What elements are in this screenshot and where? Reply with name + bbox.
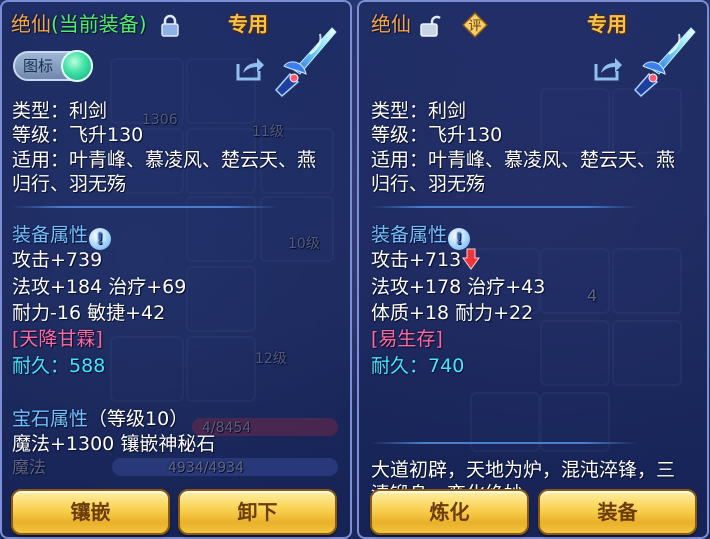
dedicated-label: 专用 bbox=[228, 12, 268, 36]
equipped-tag: (当前装备) bbox=[51, 12, 147, 36]
unlock-icon[interactable] bbox=[419, 14, 441, 38]
rating-badge-icon[interactable]: 评 bbox=[462, 12, 488, 38]
attr-attack: 攻击+713 bbox=[371, 248, 481, 272]
bg-mana-label: 魔法 bbox=[12, 458, 46, 478]
item-usage: 适用：叶青峰、慕凌风、楚云天、燕 bbox=[12, 149, 317, 171]
bg-level-label: 10级 bbox=[288, 236, 320, 252]
item-name: 绝仙(当前装备) bbox=[11, 12, 147, 36]
durability: 耐久：588 bbox=[12, 355, 106, 377]
bg-hp-text: 1306 bbox=[142, 112, 178, 128]
info-icon[interactable]: ! bbox=[448, 228, 471, 250]
equipped-item-panel: 11级 10级 12级 1306 4/8454 魔法 4934/4934 绝仙(… bbox=[0, 0, 352, 539]
item-type: 类型：利剑 bbox=[371, 100, 467, 122]
attr-attack: 攻击+739 bbox=[12, 249, 103, 271]
dedicated-label: 专用 bbox=[587, 12, 627, 36]
special-effect: [天降甘霖] bbox=[12, 328, 103, 350]
share-icon[interactable] bbox=[235, 56, 265, 82]
equip-attr-title: 装备属性! bbox=[371, 223, 471, 250]
icon-toggle-switch[interactable]: 图标 bbox=[13, 50, 93, 82]
unequip-button[interactable]: 卸下 bbox=[178, 489, 337, 535]
item-usage: 适用：叶青峰、慕凌风、楚云天、燕 bbox=[371, 149, 676, 171]
attr-line: 体质+18 耐力+22 bbox=[371, 302, 534, 324]
divider bbox=[12, 206, 278, 208]
equip-button[interactable]: 装备 bbox=[538, 489, 697, 535]
sword-icon[interactable] bbox=[629, 24, 701, 100]
sword-icon[interactable] bbox=[270, 24, 342, 100]
item-description: 大道初辟，天地为炉，混沌淬锋，三 bbox=[371, 459, 676, 481]
toggle-knob bbox=[61, 50, 93, 82]
down-arrow-icon bbox=[462, 248, 481, 270]
attr-line: 法攻+178 治疗+43 bbox=[371, 276, 546, 298]
bg-mana-value: 4934/4934 bbox=[168, 460, 244, 476]
info-icon[interactable]: ! bbox=[89, 228, 112, 250]
item-type: 类型：利剑 bbox=[12, 100, 108, 122]
attr-line: 法攻+184 治疗+69 bbox=[12, 276, 187, 298]
lock-icon[interactable] bbox=[160, 14, 180, 38]
item-level: 等级：飞升130 bbox=[371, 124, 503, 146]
share-icon[interactable] bbox=[593, 56, 623, 82]
bg-count: 4 bbox=[587, 286, 598, 305]
item-level: 等级：飞升130 bbox=[12, 124, 144, 146]
divider bbox=[371, 206, 637, 208]
durability: 耐久：740 bbox=[371, 355, 465, 377]
gem-attr-line: 魔法+1300 镶嵌神秘石 bbox=[12, 433, 216, 455]
refine-button[interactable]: 炼化 bbox=[370, 489, 529, 535]
attr-line: 耐力-16 敏捷+42 bbox=[12, 302, 166, 324]
special-effect: [易生存] bbox=[371, 328, 443, 350]
bg-level-label: 11级 bbox=[252, 124, 284, 140]
svg-text:评: 评 bbox=[468, 19, 481, 34]
divider bbox=[371, 442, 637, 444]
item-usage-cont: 归行、羽无殇 bbox=[371, 173, 486, 195]
compare-item-panel: 4 绝仙 评 专用 类型：利剑 等级：飞升130 适用：叶青峰、慕凌风、楚云天、… bbox=[357, 0, 709, 539]
equip-attr-title: 装备属性! bbox=[12, 223, 112, 250]
inlay-button[interactable]: 镶嵌 bbox=[11, 489, 170, 535]
item-usage-cont: 归行、羽无殇 bbox=[12, 173, 127, 195]
bg-level-label: 12级 bbox=[255, 351, 287, 367]
gem-attr-title: 宝石属性（等级10） bbox=[12, 408, 189, 430]
item-name: 绝仙 bbox=[371, 12, 411, 36]
toggle-label: 图标 bbox=[23, 57, 54, 75]
